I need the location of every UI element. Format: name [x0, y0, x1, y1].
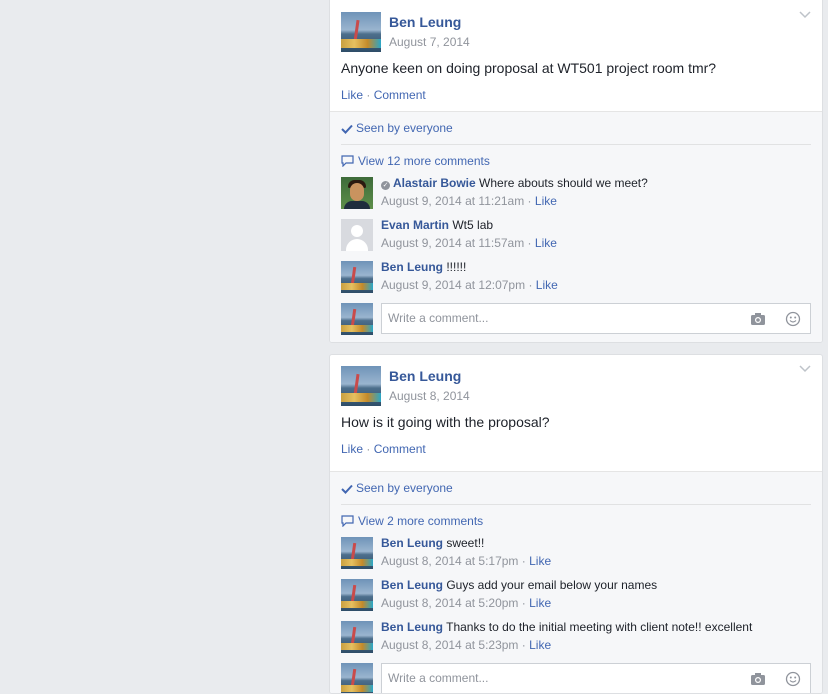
- avatar[interactable]: [341, 177, 373, 209]
- comment-time[interactable]: August 8, 2014 at 5:23pm: [381, 638, 518, 652]
- speech-bubble-icon: [341, 155, 354, 168]
- post-actions: Like · Comment: [341, 442, 426, 456]
- post-author[interactable]: Ben Leung: [389, 368, 461, 384]
- camera-icon[interactable]: [750, 312, 766, 326]
- separator: ·: [524, 194, 535, 208]
- comment-text: Wt5 lab: [452, 218, 494, 232]
- comment-like-button[interactable]: Like: [529, 596, 551, 610]
- comment-time[interactable]: August 9, 2014 at 12:07pm: [381, 278, 525, 292]
- comment-like-button[interactable]: Like: [535, 236, 557, 250]
- comment-author[interactable]: Ben Leung: [381, 536, 443, 550]
- comment-text: sweet!!: [446, 536, 485, 550]
- avatar[interactable]: [341, 579, 373, 611]
- seen-label: Seen by everyone: [356, 481, 453, 495]
- separator: ·: [363, 442, 374, 456]
- comment-input[interactable]: [388, 671, 728, 685]
- comment-like-button[interactable]: Like: [529, 554, 551, 568]
- seen-indicator: Seen by everyone: [341, 121, 453, 135]
- checkmark-icon: [341, 124, 353, 134]
- comment-item: Ben Leung Guys add your email below your…: [341, 578, 811, 613]
- post-text: How is it going with the proposal?: [341, 414, 550, 430]
- verified-badge-icon: ✓: [381, 181, 390, 190]
- comment-time[interactable]: August 8, 2014 at 5:20pm: [381, 596, 518, 610]
- separator: ·: [518, 638, 530, 652]
- avatar[interactable]: [341, 12, 381, 52]
- avatar[interactable]: [341, 261, 373, 293]
- comment-author[interactable]: Ben Leung: [381, 578, 443, 592]
- comment-item: Ben Leung sweet!! August 8, 2014 at 5:17…: [341, 536, 811, 571]
- comment-author[interactable]: Alastair Bowie: [393, 176, 476, 190]
- comment-time[interactable]: August 9, 2014 at 11:57am: [381, 236, 524, 250]
- avatar[interactable]: [341, 219, 373, 251]
- separator: ·: [363, 88, 374, 102]
- smiley-icon[interactable]: [785, 671, 801, 687]
- comment-button[interactable]: Comment: [374, 442, 426, 456]
- speech-bubble-icon: [341, 515, 354, 528]
- comment-item: Ben Leung Thanks to do the initial meeti…: [341, 620, 811, 655]
- comment-box[interactable]: [381, 303, 811, 334]
- view-more-label: View 12 more comments: [358, 154, 490, 168]
- divider: [341, 504, 811, 505]
- comment-time[interactable]: August 9, 2014 at 11:21am: [381, 194, 524, 208]
- comment-author[interactable]: Evan Martin: [381, 218, 449, 232]
- comment-text: Thanks to do the initial meeting with cl…: [446, 620, 753, 634]
- like-button[interactable]: Like: [341, 88, 363, 102]
- comment-like-button[interactable]: Like: [535, 194, 557, 208]
- post-text: Anyone keen on doing proposal at WT501 p…: [341, 60, 717, 76]
- view-more-comments[interactable]: View 2 more comments: [341, 514, 483, 528]
- separator: ·: [518, 554, 530, 568]
- post-author[interactable]: Ben Leung: [389, 14, 461, 30]
- like-button[interactable]: Like: [341, 442, 363, 456]
- chevron-down-icon[interactable]: [798, 363, 812, 373]
- checkmark-icon: [341, 484, 353, 494]
- view-more-label: View 2 more comments: [358, 514, 484, 528]
- comment-like-button[interactable]: Like: [529, 638, 551, 652]
- comment-text: !!!!!!: [446, 260, 467, 274]
- seen-label: Seen by everyone: [356, 121, 453, 135]
- separator: ·: [525, 278, 536, 292]
- post-card: Ben Leung August 7, 2014 Anyone keen on …: [329, 0, 823, 343]
- write-comment-row: [341, 303, 811, 335]
- avatar: [341, 303, 373, 335]
- post-date[interactable]: August 7, 2014: [389, 35, 470, 49]
- post-actions: Like · Comment: [341, 88, 426, 102]
- comments-section: Seen by everyone View 12 more comments ✓…: [330, 111, 822, 342]
- comment-box[interactable]: [381, 663, 811, 693]
- seen-indicator: Seen by everyone: [341, 481, 453, 495]
- comments-section: Seen by everyone View 2 more comments Be…: [330, 471, 822, 693]
- camera-icon[interactable]: [750, 672, 766, 686]
- comment-like-button[interactable]: Like: [536, 278, 558, 292]
- chevron-down-icon[interactable]: [798, 9, 812, 19]
- separator: ·: [524, 236, 535, 250]
- comment-input[interactable]: [388, 311, 728, 325]
- post-date[interactable]: August 8, 2014: [389, 389, 470, 403]
- avatar[interactable]: [341, 366, 381, 406]
- avatar[interactable]: [341, 537, 373, 569]
- comment-time[interactable]: August 8, 2014 at 5:17pm: [381, 554, 518, 568]
- divider: [341, 144, 811, 145]
- comment-button[interactable]: Comment: [374, 88, 426, 102]
- post-card: Ben Leung August 8, 2014 How is it going…: [329, 354, 823, 694]
- comment-item: Evan Martin Wt5 lab August 9, 2014 at 11…: [341, 218, 811, 253]
- comment-author[interactable]: Ben Leung: [381, 260, 443, 274]
- comment-item: Ben Leung !!!!!! August 9, 2014 at 12:07…: [341, 260, 811, 295]
- separator: ·: [518, 596, 530, 610]
- avatar: [341, 663, 373, 693]
- smiley-icon[interactable]: [785, 311, 801, 327]
- avatar[interactable]: [341, 621, 373, 653]
- comment-author[interactable]: Ben Leung: [381, 620, 443, 634]
- view-more-comments[interactable]: View 12 more comments: [341, 154, 490, 168]
- write-comment-row: [341, 663, 811, 693]
- comment-text: Where abouts should we meet?: [479, 176, 648, 190]
- comment-text: Guys add your email below your names: [446, 578, 658, 592]
- comment-item: ✓ Alastair Bowie Where abouts should we m…: [341, 176, 811, 211]
